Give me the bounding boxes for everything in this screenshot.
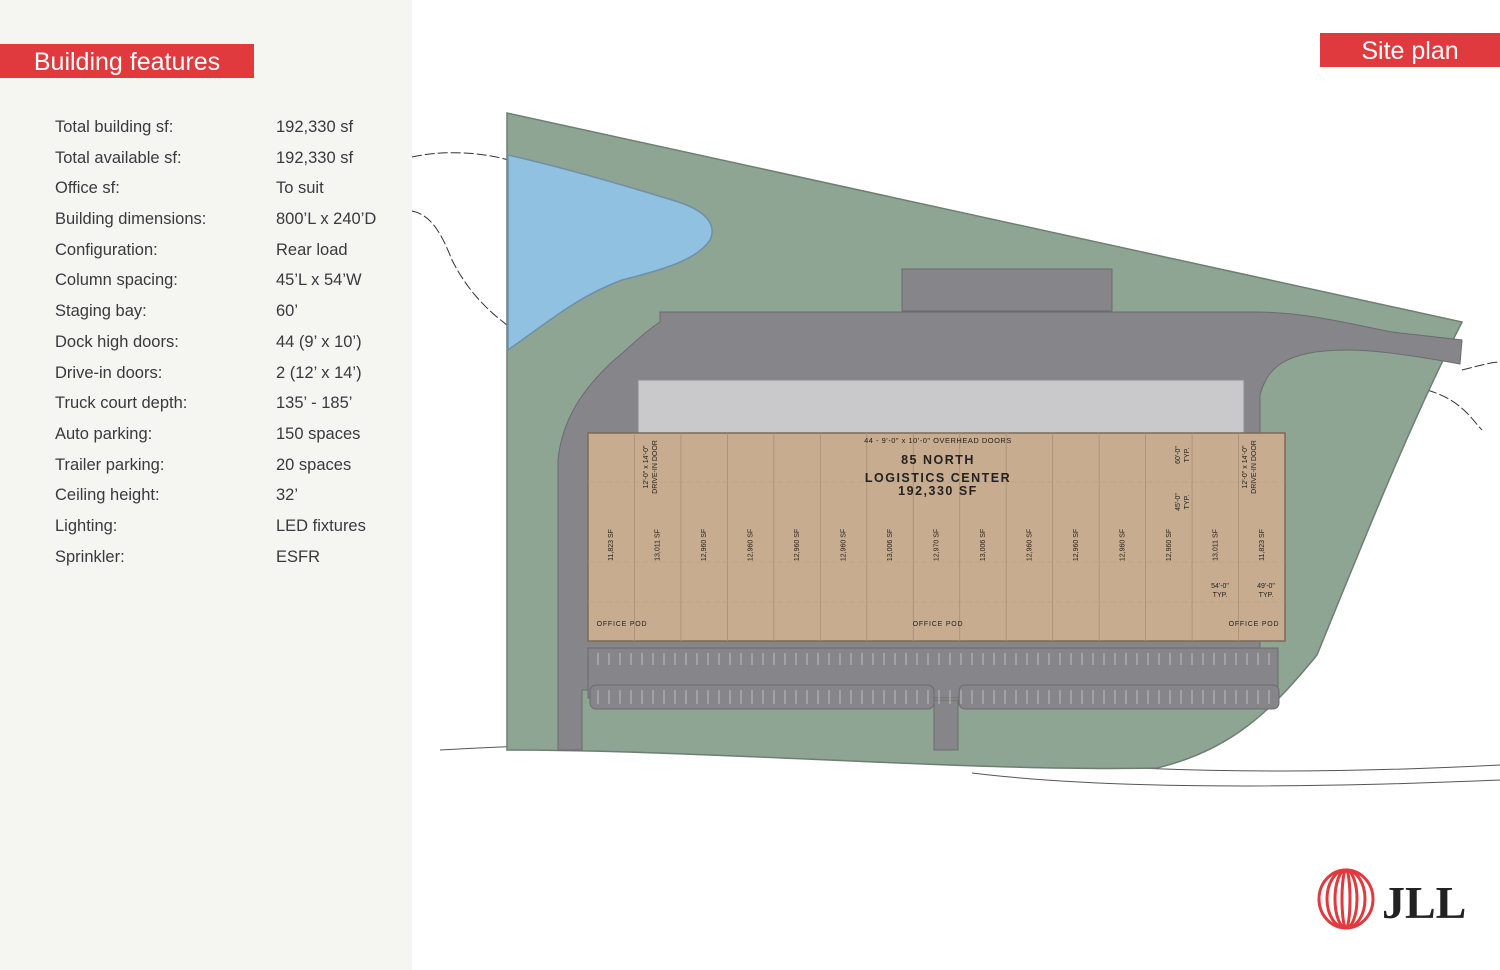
feature-value: 192,330 sf xyxy=(276,148,354,167)
drive-in-label-right: DRIVE-IN DOOR xyxy=(1251,440,1258,494)
feature-label: Ceiling height: xyxy=(55,486,160,505)
office-pod-left: OFFICE POD xyxy=(597,621,648,628)
feature-row: Total available sf: 192,330 sf xyxy=(55,146,395,177)
feature-label: Staging bay: xyxy=(55,302,147,321)
feature-label: Truck court depth: xyxy=(55,394,188,413)
feature-row: Building dimensions: 800’L x 240’D xyxy=(55,207,395,238)
bay-area-label: 12,960 SF xyxy=(1119,529,1126,561)
building-area: 192,330 SF xyxy=(898,484,978,498)
dim-60: 60'-0" xyxy=(1175,446,1182,464)
feature-row: Trailer parking: 20 spaces xyxy=(55,453,395,484)
bay-area-label: 13,006 SF xyxy=(980,529,987,561)
feature-value: 32’ xyxy=(276,486,299,505)
feature-value: ESFR xyxy=(276,547,321,566)
bay-area-label: 13,011 SF xyxy=(655,529,662,561)
dim-49-typ: TYP. xyxy=(1259,592,1274,599)
feature-row: Truck court depth: 135’ - 185’ xyxy=(55,391,395,422)
features-panel: Building features Total building sf: 192,… xyxy=(0,0,412,970)
site-plan-drawing: 44 - 9'-0" x 10'-0" OVERHEAD DOORS 85 NO… xyxy=(412,112,1500,787)
bay-area-label: 12,960 SF xyxy=(701,529,708,561)
bay-area-label: 12,960 SF xyxy=(841,529,848,561)
feature-row: Auto parking: 150 spaces xyxy=(55,422,395,453)
feature-label: Total available sf: xyxy=(55,148,182,167)
feature-value: 2 (12’ x 14’) xyxy=(276,363,362,382)
building-features-heading: Building features xyxy=(0,44,254,78)
feature-value: LED fixtures xyxy=(276,516,366,535)
bay-area-label: 13,006 SF xyxy=(887,529,894,561)
dim-54-typ: TYP. xyxy=(1213,592,1228,599)
dim-54: 54'-0" xyxy=(1211,583,1229,590)
feature-row: Dock high doors: 44 (9’ x 10’) xyxy=(55,330,395,361)
feature-value: 150 spaces xyxy=(276,424,361,443)
feature-row: Office sf: To suit xyxy=(55,176,395,207)
site-plan-heading: Site plan xyxy=(1320,33,1500,67)
feature-label: Lighting: xyxy=(55,516,118,535)
feature-label: Column spacing: xyxy=(55,271,178,290)
feature-value: 800’L x 240’D xyxy=(276,210,377,229)
dim-60-typ: TYP. xyxy=(1184,448,1191,463)
feature-row: Drive-in doors: 2 (12’ x 14’) xyxy=(55,361,395,392)
bay-area-label: 12,960 SF xyxy=(748,529,755,561)
bay-area-label: 12,960 SF xyxy=(1166,529,1173,561)
jll-logo-icon xyxy=(1317,868,1375,930)
feature-row: Sprinkler: ESFR xyxy=(55,545,395,576)
feature-label: Configuration: xyxy=(55,240,158,259)
feature-row: Lighting: LED fixtures xyxy=(55,514,395,545)
feature-list: Total building sf: 192,330 sf Total availa… xyxy=(55,115,395,575)
bay-area-label: 11,823 SF xyxy=(608,529,615,561)
drive-in-size-left: 12'-0" x 14'-0" xyxy=(643,445,650,489)
dim-45-typ: TYP. xyxy=(1184,495,1191,510)
feature-label: Trailer parking: xyxy=(55,455,165,474)
bay-area-label: 12,960 SF xyxy=(1073,529,1080,561)
office-pod-right: OFFICE POD xyxy=(1229,621,1280,628)
feature-label: Dock high doors: xyxy=(55,332,179,351)
jll-logo-text: JLL xyxy=(1382,877,1466,928)
feature-label: Total building sf: xyxy=(55,118,174,136)
feature-value: 60’ xyxy=(276,302,299,321)
feature-label: Sprinkler: xyxy=(55,547,125,566)
jll-logo: JLL xyxy=(1317,868,1466,930)
feature-row: Column spacing: 45’L x 54’W xyxy=(55,268,395,299)
bay-area-label: 12,960 SF xyxy=(794,529,801,561)
overhead-doors-note: 44 - 9'-0" x 10'-0" OVERHEAD DOORS xyxy=(864,436,1012,445)
truck-court xyxy=(637,379,1245,435)
feature-row: Configuration: Rear load xyxy=(55,238,395,269)
office-pod-center: OFFICE POD xyxy=(913,621,964,628)
feature-row: Staging bay: 60’ xyxy=(55,299,395,330)
feature-value: 192,330 sf xyxy=(276,118,354,136)
feature-value: To suit xyxy=(276,179,324,198)
dim-49: 49'-0" xyxy=(1257,583,1275,590)
drive-in-label-left: DRIVE-IN DOOR xyxy=(652,440,659,494)
feature-value: 20 spaces xyxy=(276,455,352,474)
building-name-line2: LOGISTICS CENTER xyxy=(865,471,1011,485)
feature-value: 44 (9’ x 10’) xyxy=(276,332,362,351)
bay-area-label: 12,970 SF xyxy=(934,529,941,561)
feature-label: Auto parking: xyxy=(55,424,153,443)
bay-area-label: 11,823 SF xyxy=(1259,529,1266,561)
feature-row: Total building sf: 192,330 sf xyxy=(55,115,395,146)
feature-value: 135’ - 185’ xyxy=(276,394,353,413)
feature-label: Drive-in doors: xyxy=(55,363,163,382)
building-name-line1: 85 NORTH xyxy=(901,453,975,467)
bay-area-label: 13,011 SF xyxy=(1212,529,1219,561)
drive-in-size-right: 12'-0" x 14'-0" xyxy=(1242,445,1249,489)
feature-row: Ceiling height: 32’ xyxy=(55,483,395,514)
feature-label: Office sf: xyxy=(55,179,120,198)
feature-value: 45’L x 54’W xyxy=(276,271,362,290)
bay-area-label: 12,960 SF xyxy=(1026,529,1033,561)
feature-value: Rear load xyxy=(276,240,348,259)
dim-45: 45'-0" xyxy=(1175,493,1182,511)
feature-label: Building dimensions: xyxy=(55,210,207,229)
